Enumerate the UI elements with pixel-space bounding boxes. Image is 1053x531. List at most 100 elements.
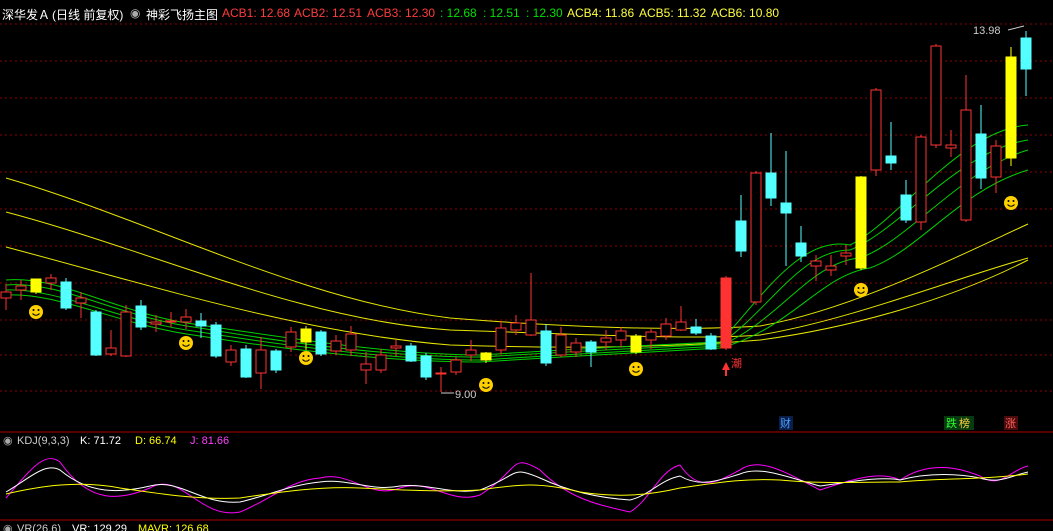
candle-body [525, 319, 537, 336]
kdj-name: KDJ(9,3,3) [17, 435, 70, 447]
candlesticks [0, 31, 1032, 392]
candle-body [450, 359, 462, 373]
candle-body [285, 331, 297, 348]
candle-body [1005, 56, 1017, 159]
candle-body [750, 172, 762, 303]
candle-body [165, 320, 177, 323]
candle-body [15, 285, 27, 291]
candle-body [795, 242, 807, 257]
kdj-k-value: K: 71.72 [80, 435, 121, 447]
kdj-d-value: D: 66.74 [135, 435, 177, 447]
candle-body [75, 297, 87, 304]
kdj-lines [5, 457, 1029, 514]
long-ma-line [5, 177, 1029, 329]
candle-body [555, 334, 567, 356]
candle-body [300, 328, 312, 343]
candle-body [135, 305, 147, 328]
event-tag-rank[interactable]: 榜 [959, 416, 970, 430]
candle-body [675, 321, 687, 331]
candle-body [660, 323, 672, 337]
candle-body [480, 352, 492, 361]
smiley-eye-icon [302, 355, 305, 357]
smiley-eye-icon [32, 309, 35, 311]
candle-body [90, 311, 102, 356]
long-ma-line [5, 211, 1029, 338]
candle-body [900, 194, 912, 221]
candle-body [720, 277, 732, 349]
smiley-signal-icon [299, 351, 313, 365]
candle-body [210, 324, 222, 357]
smiley-eye-icon [482, 382, 485, 384]
candle-body [270, 350, 282, 371]
candle-body [120, 311, 132, 357]
candle-body [405, 345, 417, 362]
main-chart[interactable]: 13.98 9.00 潮 财 跌 榜 涨 ◉ KDJ(9,3,3) K: 71.… [0, 0, 1053, 531]
event-tag-rise[interactable]: 涨 [1005, 417, 1016, 430]
candle-body [240, 348, 252, 378]
candle-body [225, 349, 237, 363]
candle-body [735, 220, 747, 252]
event-tag-drop[interactable]: 跌 [946, 416, 957, 430]
vr-value: VR: 129.29 [72, 523, 127, 531]
kdj-settings-icon[interactable]: ◉ [3, 435, 13, 447]
low-price-label: 9.00 [455, 389, 476, 401]
smiley-eye-icon [187, 340, 190, 342]
smiley-eye-icon [1007, 200, 1010, 202]
smiley-signal-icon [629, 362, 643, 376]
candle-body [780, 202, 792, 214]
smiley-signal-icon [179, 336, 193, 350]
candle-body [885, 155, 897, 164]
candle-body [435, 372, 447, 375]
smiley-eye-icon [307, 355, 310, 357]
mavr-value: MAVR: 126.68 [138, 523, 209, 531]
kdj-j-value: J: 81.66 [190, 435, 229, 447]
candle-body [930, 45, 942, 146]
signal-arrow-icon [722, 362, 730, 376]
candle-body [870, 89, 882, 171]
candle-body [0, 291, 12, 299]
candle-body [495, 327, 507, 351]
candle-body [690, 326, 702, 334]
candle-body [810, 260, 822, 267]
event-tag-finance[interactable]: 财 [780, 416, 791, 430]
candle-body [840, 252, 852, 257]
candle-body [330, 340, 342, 352]
smiley-signal-icon [1004, 196, 1018, 210]
candle-body [360, 363, 372, 371]
vr-settings-icon[interactable]: ◉ [3, 523, 13, 531]
smiley-signal-icon [854, 283, 868, 297]
candle-body [510, 322, 522, 331]
smiley-eye-icon [632, 366, 635, 368]
candle-body [945, 144, 957, 149]
candle-body [30, 278, 42, 293]
candle-body [375, 354, 387, 371]
candle-body [390, 345, 402, 349]
candle-body [465, 349, 477, 356]
candle-body [765, 172, 777, 199]
candle-body [195, 320, 207, 327]
smiley-signal-icon [479, 378, 493, 392]
candle-body [705, 335, 717, 350]
candle-body [990, 145, 1002, 178]
candle-body [570, 342, 582, 353]
candle-body [420, 355, 432, 378]
kdj-k-line [5, 467, 1029, 503]
candle-body [105, 347, 117, 355]
smiley-eye-icon [1012, 200, 1015, 202]
candle-body [255, 349, 267, 374]
candle-body [315, 331, 327, 355]
smiley-eye-icon [182, 340, 185, 342]
smiley-eye-icon [37, 309, 40, 311]
smiley-eye-icon [862, 287, 865, 289]
candle-body [180, 316, 192, 323]
smiley-eye-icon [857, 287, 860, 289]
vr-name: VR(26,6) [17, 523, 61, 531]
candle-body [540, 330, 552, 364]
candle-body [150, 321, 162, 325]
candle-body [615, 330, 627, 341]
smiley-eye-icon [637, 366, 640, 368]
candle-body [1020, 37, 1032, 70]
candle-body [585, 341, 597, 353]
candle-body [345, 333, 357, 351]
candle-body [855, 176, 867, 269]
